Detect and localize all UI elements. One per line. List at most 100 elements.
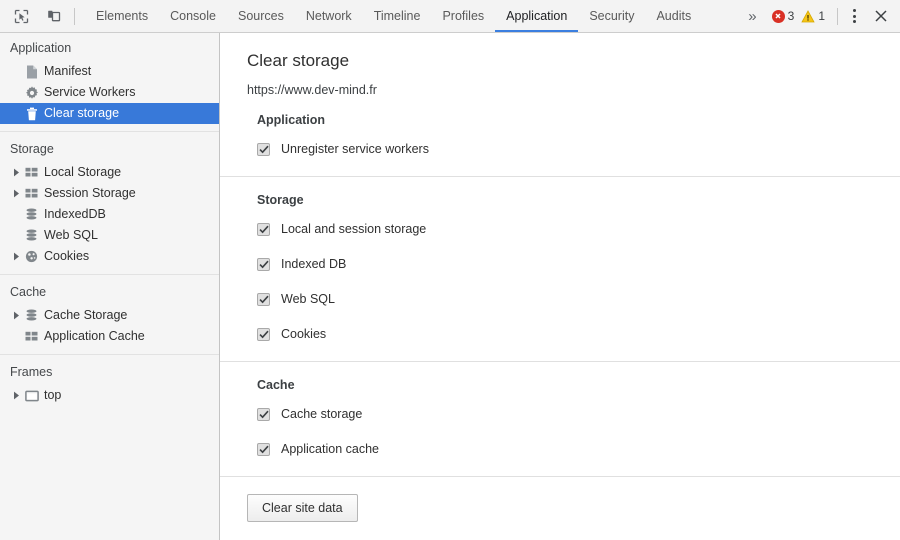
warning-counter[interactable]: 1 bbox=[799, 9, 827, 23]
sidebar-item-label: Manifest bbox=[44, 64, 92, 79]
sidebar-section-title: Storage bbox=[10, 142, 54, 156]
checkbox-checked-icon[interactable] bbox=[257, 257, 270, 271]
sidebar-item-label: Local Storage bbox=[44, 165, 122, 180]
devtools-body: Application Manifest Service Workers Cle… bbox=[0, 33, 900, 540]
document-icon bbox=[23, 65, 40, 79]
chevron-right-icon[interactable] bbox=[10, 189, 23, 198]
origin-url: https://www.dev-mind.fr bbox=[247, 83, 377, 98]
sidebar-item-manifest[interactable]: Manifest bbox=[0, 61, 219, 82]
sidebar-section-title: Application bbox=[10, 41, 72, 55]
tab-label: Audits bbox=[656, 9, 692, 23]
tab-elements[interactable]: Elements bbox=[85, 0, 159, 32]
checkbox-checked-icon[interactable] bbox=[257, 222, 270, 236]
sidebar-item-session-storage[interactable]: Session Storage bbox=[0, 183, 219, 204]
chevron-double-right-icon[interactable]: » bbox=[739, 9, 765, 24]
tab-label: Application bbox=[506, 9, 568, 23]
error-count: 3 bbox=[787, 9, 795, 23]
trash-icon bbox=[23, 107, 40, 121]
table-icon bbox=[23, 167, 40, 178]
checkbox-web-sql[interactable]: Web SQL bbox=[257, 288, 900, 310]
tab-label: Console bbox=[170, 9, 216, 23]
checkbox-checked-icon[interactable] bbox=[257, 327, 270, 341]
checkbox-checked-icon[interactable] bbox=[257, 142, 270, 156]
chevron-right-icon[interactable] bbox=[10, 168, 23, 177]
tab-timeline[interactable]: Timeline bbox=[363, 0, 432, 32]
toolbar-divider bbox=[74, 7, 75, 25]
checkbox-label: Unregister service workers bbox=[281, 142, 429, 157]
checkbox-checked-icon[interactable] bbox=[257, 407, 270, 421]
warning-triangle-icon bbox=[801, 9, 815, 23]
tab-sources[interactable]: Sources bbox=[227, 0, 295, 32]
sidebar-item-label: Cache Storage bbox=[44, 308, 128, 323]
sidebar-section-title: Cache bbox=[10, 285, 47, 299]
database-icon bbox=[23, 229, 40, 242]
more-vertical-icon[interactable] bbox=[842, 3, 866, 29]
frame-icon bbox=[23, 390, 40, 402]
checkbox-label: Cookies bbox=[281, 327, 327, 342]
sidebar-item-local-storage[interactable]: Local Storage bbox=[0, 162, 219, 183]
sidebar-item-application-cache[interactable]: Application Cache bbox=[0, 326, 219, 347]
sidebar-item-label: IndexedDB bbox=[44, 207, 106, 222]
tab-label: Timeline bbox=[373, 9, 421, 23]
sidebar-item-label: Clear storage bbox=[44, 106, 120, 121]
clear-storage-panel: Clear storage https://www.dev-mind.fr Ap… bbox=[220, 33, 900, 540]
clear-button-area: Clear site data bbox=[220, 477, 900, 523]
checkbox-cache-storage[interactable]: Cache storage bbox=[257, 403, 900, 425]
error-counter[interactable]: 3 bbox=[770, 9, 797, 23]
checkbox-label: Cache storage bbox=[281, 407, 363, 422]
checkbox-checked-icon[interactable] bbox=[257, 292, 270, 306]
application-sidebar: Application Manifest Service Workers Cle… bbox=[0, 33, 220, 540]
sidebar-section-storage: Storage Local Storage Session Storage In… bbox=[0, 131, 219, 267]
tab-application[interactable]: Application bbox=[495, 0, 579, 32]
tab-audits[interactable]: Audits bbox=[645, 0, 702, 32]
tab-security[interactable]: Security bbox=[578, 0, 645, 32]
panel-header: Clear storage https://www.dev-mind.fr bbox=[220, 33, 900, 97]
sidebar-item-top-frame[interactable]: top bbox=[0, 385, 219, 406]
sidebar-item-label: Session Storage bbox=[44, 186, 136, 201]
sidebar-item-cache-storage[interactable]: Cache Storage bbox=[0, 305, 219, 326]
checkbox-checked-icon[interactable] bbox=[257, 442, 270, 456]
sidebar-item-service-workers[interactable]: Service Workers bbox=[0, 82, 219, 103]
inspect-element-icon[interactable] bbox=[8, 3, 34, 29]
group-application: Application Unregister service workers bbox=[220, 97, 900, 178]
tab-label: Elements bbox=[96, 9, 149, 23]
tab-console[interactable]: Console bbox=[159, 0, 227, 32]
toolbar-divider-right bbox=[837, 7, 838, 25]
chevron-right-icon[interactable] bbox=[10, 252, 23, 261]
checkbox-application-cache[interactable]: Application cache bbox=[257, 438, 900, 460]
sidebar-item-indexeddb[interactable]: IndexedDB bbox=[0, 204, 219, 225]
issue-counters[interactable]: 3 1 bbox=[766, 9, 831, 23]
tab-label: Security bbox=[589, 9, 635, 23]
devtools-toolbar: Elements Console Sources Network Timelin… bbox=[0, 0, 900, 33]
sidebar-section-application: Application Manifest Service Workers Cle… bbox=[0, 39, 219, 124]
group-cache: Cache Cache storage Application cache bbox=[220, 362, 900, 478]
sidebar-item-cookies[interactable]: Cookies bbox=[0, 246, 219, 267]
tab-profiles[interactable]: Profiles bbox=[431, 0, 495, 32]
checkbox-unregister-service-workers[interactable]: Unregister service workers bbox=[257, 138, 900, 160]
tab-network[interactable]: Network bbox=[295, 0, 363, 32]
chevron-right-icon[interactable] bbox=[10, 311, 23, 320]
group-title: Storage bbox=[257, 193, 304, 208]
checkbox-label: Application cache bbox=[281, 442, 379, 457]
sidebar-section-frames: Frames top bbox=[0, 354, 219, 406]
device-toolbar-icon[interactable] bbox=[40, 3, 66, 29]
checkbox-label: Web SQL bbox=[281, 292, 335, 307]
tab-label: Network bbox=[305, 9, 352, 23]
error-circle-icon bbox=[771, 9, 785, 23]
toolbar-left-icons bbox=[0, 0, 85, 32]
sidebar-item-web-sql[interactable]: Web SQL bbox=[0, 225, 219, 246]
sidebar-item-label: Web SQL bbox=[44, 228, 98, 243]
sidebar-section-title: Frames bbox=[10, 365, 53, 379]
sidebar-item-label: top bbox=[44, 388, 62, 403]
sidebar-item-clear-storage[interactable]: Clear storage bbox=[0, 103, 219, 124]
gear-icon bbox=[23, 85, 40, 100]
checkbox-local-and-session-storage[interactable]: Local and session storage bbox=[257, 218, 900, 240]
chevron-right-icon[interactable] bbox=[10, 391, 23, 400]
clear-site-data-button[interactable]: Clear site data bbox=[247, 494, 358, 523]
checkbox-indexed-db[interactable]: Indexed DB bbox=[257, 253, 900, 275]
close-icon[interactable] bbox=[868, 3, 894, 29]
group-title: Cache bbox=[257, 378, 295, 393]
warning-count: 1 bbox=[818, 9, 825, 23]
database-icon bbox=[23, 309, 40, 322]
checkbox-cookies[interactable]: Cookies bbox=[257, 323, 900, 345]
